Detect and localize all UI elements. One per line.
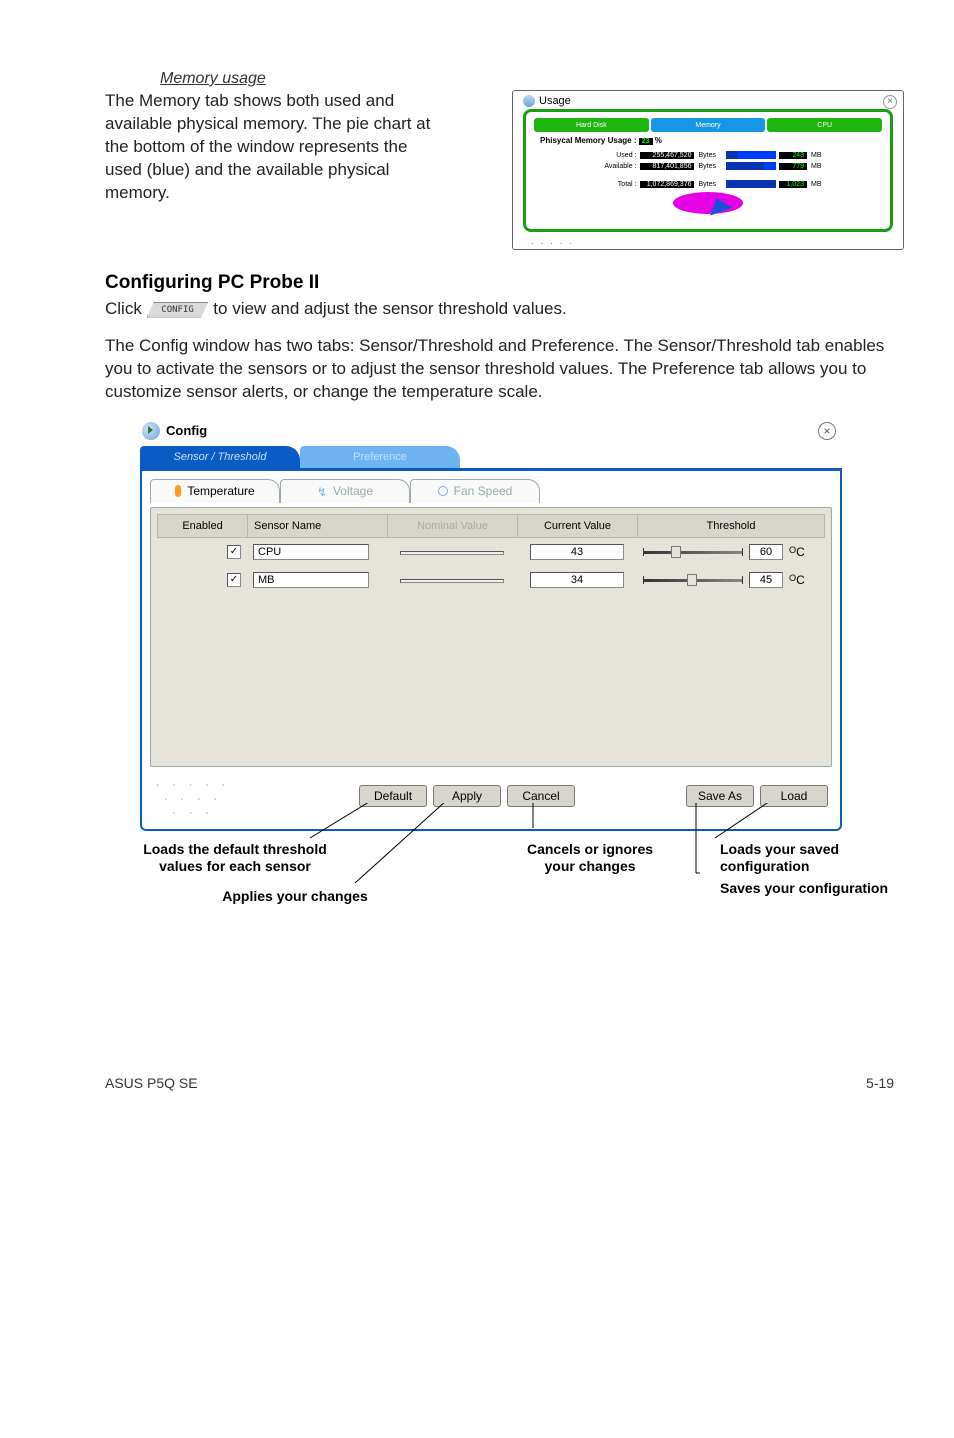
available-bar: [726, 162, 776, 170]
slider-mb[interactable]: [643, 573, 743, 587]
slider-cpu[interactable]: [643, 545, 743, 559]
memory-usage-paragraph: The Memory tab shows both used and avail…: [105, 90, 435, 205]
fan-icon: [438, 486, 448, 496]
config-window-title: Config: [166, 423, 207, 438]
anno-apply: Applies your changes: [200, 888, 390, 906]
usage-window: Usage × Hard Disk Memory CPU Phisycal Me…: [512, 90, 904, 250]
anno-default: Loads the default threshold values for e…: [140, 841, 330, 876]
sensor-table-header: Enabled Sensor Name Nominal Value Curren…: [157, 514, 825, 538]
memory-pie-chart: [673, 192, 743, 218]
sensor-name-cpu[interactable]: CPU: [253, 544, 369, 560]
anno-saveas: Saves your configuration: [720, 880, 900, 898]
nominal-cpu: [400, 551, 504, 555]
anno-cancel: Cancels or ignores your changes: [520, 841, 660, 876]
config-description: The Config window has two tabs: Sensor/T…: [105, 335, 904, 404]
usage-window-title: Usage: [539, 95, 571, 107]
sensor-row-mb: ✓ MB 34: [157, 566, 825, 594]
config-window-icon: [142, 422, 160, 440]
usage-heading: Phisycal Memory Usage :: [540, 136, 636, 145]
footer-left: ASUS P5Q SE: [105, 1075, 198, 1091]
resize-grip-icon[interactable]: . . . . .: [523, 236, 893, 247]
subtab-temperature[interactable]: Temperature: [150, 479, 280, 503]
row-used: Used : 255,467,520 Bytes 243 MB: [534, 151, 882, 159]
config-tab-icon: CONFIG: [147, 302, 209, 318]
subtab-fan-speed[interactable]: Fan Speed: [410, 479, 540, 503]
tab-sensor-threshold[interactable]: Sensor / Threshold: [140, 446, 300, 468]
nominal-mb: [400, 579, 504, 583]
total-bar: [726, 180, 776, 188]
load-button[interactable]: Load: [760, 785, 828, 807]
current-cpu: 43: [530, 544, 624, 560]
usage-percent: 23: [639, 138, 653, 145]
config-window: Config × Sensor / Threshold Preference T…: [140, 418, 842, 831]
heading-configuring: Configuring PC Probe II: [105, 272, 904, 294]
used-bar: [726, 151, 776, 159]
click-line: Click CONFIG to view and adjust the sens…: [105, 298, 904, 321]
section-title-memory-usage: Memory usage: [160, 70, 904, 88]
subtab-voltage[interactable]: ↯ Voltage: [280, 479, 410, 503]
usage-percent-unit: %: [655, 136, 662, 145]
sensor-row-cpu: ✓ CPU 43: [157, 538, 825, 566]
footer-right: 5-19: [866, 1075, 894, 1091]
current-mb: 34: [530, 572, 624, 588]
anno-load: Loads your saved configuration: [720, 841, 900, 876]
close-icon[interactable]: ×: [883, 95, 897, 109]
default-button[interactable]: Default: [359, 785, 427, 807]
tab-cpu[interactable]: CPU: [767, 118, 882, 132]
row-available: Available : 817,401,856 Bytes 779 MB: [534, 162, 882, 170]
sensor-name-mb[interactable]: MB: [253, 572, 369, 588]
checkbox-mb[interactable]: ✓: [227, 573, 241, 587]
row-total: Total : 1,072,869,376 Bytes 1,023 MB: [534, 180, 882, 188]
tab-preference[interactable]: Preference: [300, 446, 460, 468]
cancel-button[interactable]: Cancel: [507, 785, 575, 807]
tab-hard-disk[interactable]: Hard Disk: [534, 118, 649, 132]
voltage-icon: ↯: [317, 485, 327, 497]
thermometer-icon: [175, 485, 181, 497]
threshold-mb[interactable]: 45: [749, 572, 783, 588]
close-icon[interactable]: ×: [818, 422, 836, 440]
apply-button[interactable]: Apply: [433, 785, 501, 807]
tab-memory[interactable]: Memory: [651, 118, 766, 132]
usage-window-icon: [523, 95, 535, 107]
saveas-button[interactable]: Save As: [686, 785, 754, 807]
resize-grip-icon[interactable]: . . . . . . . . . . . .: [154, 775, 228, 817]
threshold-cpu[interactable]: 60: [749, 544, 783, 560]
checkbox-cpu[interactable]: ✓: [227, 545, 241, 559]
